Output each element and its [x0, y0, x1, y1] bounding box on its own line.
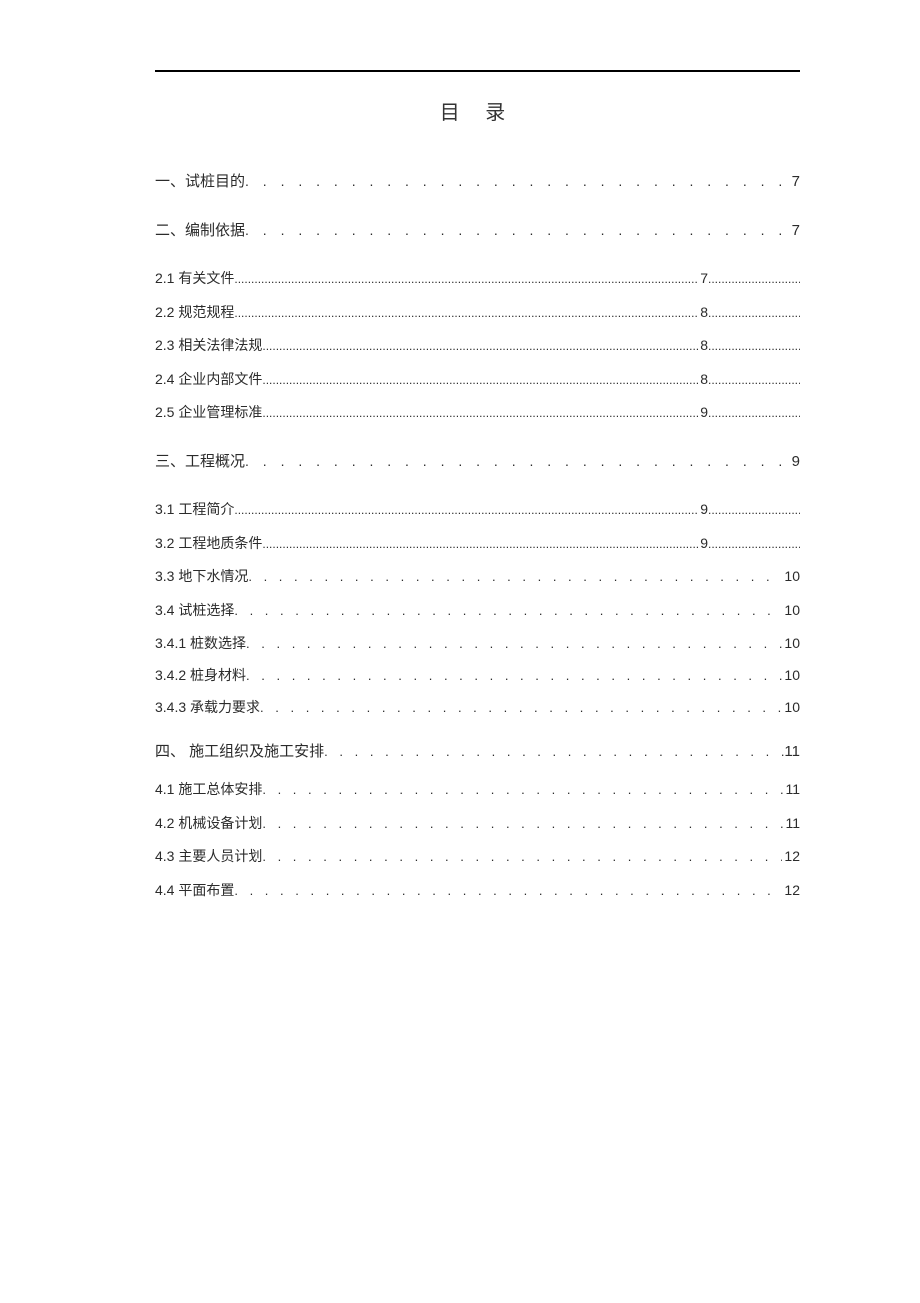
- toc-item-3-2: 3.2 工程地质条件 .............................…: [155, 534, 800, 554]
- toc-item-3-3: 3.3 地下水情况 . . . . . . . . . . . . . . . …: [155, 567, 800, 587]
- toc-leader: . . . . . . . . . . . . . . . . . . . . …: [245, 452, 792, 472]
- toc-leader-tail: ........................................…: [708, 536, 800, 553]
- toc-page: 11: [784, 741, 800, 762]
- toc-leader-tail: ........................................…: [708, 502, 800, 519]
- toc-label: 4.4 平面布置: [155, 881, 234, 901]
- toc-item-4-2: 4.2 机械设备计划 . . . . . . . . . . . . . . .…: [155, 814, 800, 834]
- toc-leader: . . . . . . . . . . . . . . . . . . . . …: [234, 882, 782, 900]
- toc-leader-tail: ........................................…: [708, 305, 800, 322]
- toc-label: 2.3 相关法律法规: [155, 336, 262, 356]
- toc-item-2-4: 2.4 企业内部文件 .............................…: [155, 370, 800, 390]
- toc-label: 4.3 主要人员计划: [155, 847, 262, 867]
- toc-page: 9: [698, 500, 708, 520]
- toc-item-2-2: 2.2 规范规程 ...............................…: [155, 303, 800, 323]
- toc-item-4-4: 4.4 平面布置 . . . . . . . . . . . . . . . .…: [155, 881, 800, 901]
- toc-label: 2.5 企业管理标准: [155, 403, 262, 423]
- toc-page: 10: [782, 698, 800, 718]
- toc-leader: . . . . . . . . . . . . . . . . . . . . …: [246, 667, 782, 685]
- toc-leader: . . . . . . . . . . . . . . . . . . . . …: [262, 781, 783, 799]
- toc-leader: ........................................…: [234, 271, 698, 288]
- toc-label: 2.1 有关文件: [155, 269, 234, 289]
- toc-leader: ........................................…: [234, 502, 698, 519]
- toc-leader: . . . . . . . . . . . . . . . . . . . . …: [246, 635, 782, 653]
- toc-label: 二、编制依据: [155, 220, 245, 241]
- toc-leader: . . . . . . . . . . . . . . . . . . . . …: [245, 221, 792, 241]
- toc-item-4-3: 4.3 主要人员计划 . . . . . . . . . . . . . . .…: [155, 847, 800, 867]
- table-of-contents: 一、试桩目的 . . . . . . . . . . . . . . . . .…: [155, 171, 800, 901]
- toc-label: 3.1 工程简介: [155, 500, 234, 520]
- toc-label: 3.3 地下水情况: [155, 567, 248, 587]
- toc-page: 7: [792, 171, 800, 192]
- toc-section-3: 三、工程概况 . . . . . . . . . . . . . . . . .…: [155, 451, 800, 472]
- toc-leader: . . . . . . . . . . . . . . . . . . . . …: [260, 699, 782, 717]
- header-rule: [155, 70, 800, 72]
- toc-title: 目 录: [155, 96, 800, 125]
- toc-label: 4.2 机械设备计划: [155, 814, 262, 834]
- toc-label: 3.2 工程地质条件: [155, 534, 262, 554]
- toc-page: 10: [782, 601, 800, 621]
- toc-page: 9: [698, 534, 708, 554]
- toc-section-1: 一、试桩目的 . . . . . . . . . . . . . . . . .…: [155, 171, 800, 192]
- document-page: 目 录 一、试桩目的 . . . . . . . . . . . . . . .…: [0, 0, 920, 1303]
- toc-page: 10: [782, 634, 800, 654]
- toc-label: 2.4 企业内部文件: [155, 370, 262, 390]
- toc-leader: . . . . . . . . . . . . . . . . . . . . …: [234, 602, 782, 620]
- toc-page: 8: [698, 370, 708, 390]
- toc-page: 12: [782, 847, 800, 867]
- toc-section-2: 二、编制依据 . . . . . . . . . . . . . . . . .…: [155, 220, 800, 241]
- toc-page: 9: [792, 451, 800, 472]
- toc-page: 8: [698, 303, 708, 323]
- toc-page: 10: [782, 567, 800, 587]
- toc-item-3-1: 3.1 工程简介 ...............................…: [155, 500, 800, 520]
- toc-leader: . . . . . . . . . . . . . . . . . . . . …: [262, 815, 783, 833]
- toc-label: 3.4.1 桩数选择: [155, 634, 246, 654]
- toc-leader: . . . . . . . . . . . . . . . . . . . . …: [262, 848, 782, 866]
- toc-section-4: 四、 施工组织及施工安排 . . . . . . . . . . . . . .…: [155, 741, 800, 762]
- toc-leader-tail: ........................................…: [708, 338, 800, 355]
- toc-label: 一、试桩目的: [155, 171, 245, 192]
- toc-label: 2.2 规范规程: [155, 303, 234, 323]
- toc-label: 四、 施工组织及施工安排: [155, 741, 324, 762]
- toc-page: 11: [783, 814, 800, 834]
- toc-leader: . . . . . . . . . . . . . . . . . . . . …: [245, 172, 792, 192]
- toc-item-3-4-3: 3.4.3 承载力要求 . . . . . . . . . . . . . . …: [155, 698, 800, 718]
- toc-item-3-4-2: 3.4.2 桩身材料 . . . . . . . . . . . . . . .…: [155, 666, 800, 686]
- toc-leader-tail: ........................................…: [708, 271, 800, 288]
- toc-leader: ........................................…: [234, 305, 698, 322]
- toc-item-4-1: 4.1 施工总体安排 . . . . . . . . . . . . . . .…: [155, 780, 800, 800]
- toc-label: 4.1 施工总体安排: [155, 780, 262, 800]
- toc-item-2-1: 2.1 有关文件 ...............................…: [155, 269, 800, 289]
- toc-leader: . . . . . . . . . . . . . . . . . . . . …: [324, 743, 784, 761]
- toc-subgroup-3-4: 3.4.1 桩数选择 . . . . . . . . . . . . . . .…: [155, 634, 800, 717]
- toc-page: 7: [792, 220, 800, 241]
- toc-page: 10: [782, 666, 800, 686]
- toc-leader: . . . . . . . . . . . . . . . . . . . . …: [248, 568, 782, 586]
- toc-leader-tail: ........................................…: [708, 372, 800, 389]
- toc-page: 12: [782, 881, 800, 901]
- toc-item-2-5: 2.5 企业管理标准 .............................…: [155, 403, 800, 423]
- toc-label: 3.4 试桩选择: [155, 601, 234, 621]
- toc-page: 7: [698, 269, 708, 289]
- toc-leader-tail: ........................................…: [708, 405, 800, 422]
- toc-leader: ........................................…: [262, 338, 698, 355]
- toc-leader: ........................................…: [262, 372, 698, 389]
- toc-item-2-3: 2.3 相关法律法规 .............................…: [155, 336, 800, 356]
- toc-label: 3.4.2 桩身材料: [155, 666, 246, 686]
- toc-leader: ........................................…: [262, 536, 698, 553]
- toc-item-3-4-1: 3.4.1 桩数选择 . . . . . . . . . . . . . . .…: [155, 634, 800, 654]
- toc-label: 三、工程概况: [155, 451, 245, 472]
- toc-label: 3.4.3 承载力要求: [155, 698, 260, 718]
- toc-leader: ........................................…: [262, 405, 698, 422]
- toc-item-3-4: 3.4 试桩选择 . . . . . . . . . . . . . . . .…: [155, 601, 800, 621]
- toc-page: 9: [698, 403, 708, 423]
- toc-page: 11: [783, 780, 800, 800]
- toc-page: 8: [698, 336, 708, 356]
